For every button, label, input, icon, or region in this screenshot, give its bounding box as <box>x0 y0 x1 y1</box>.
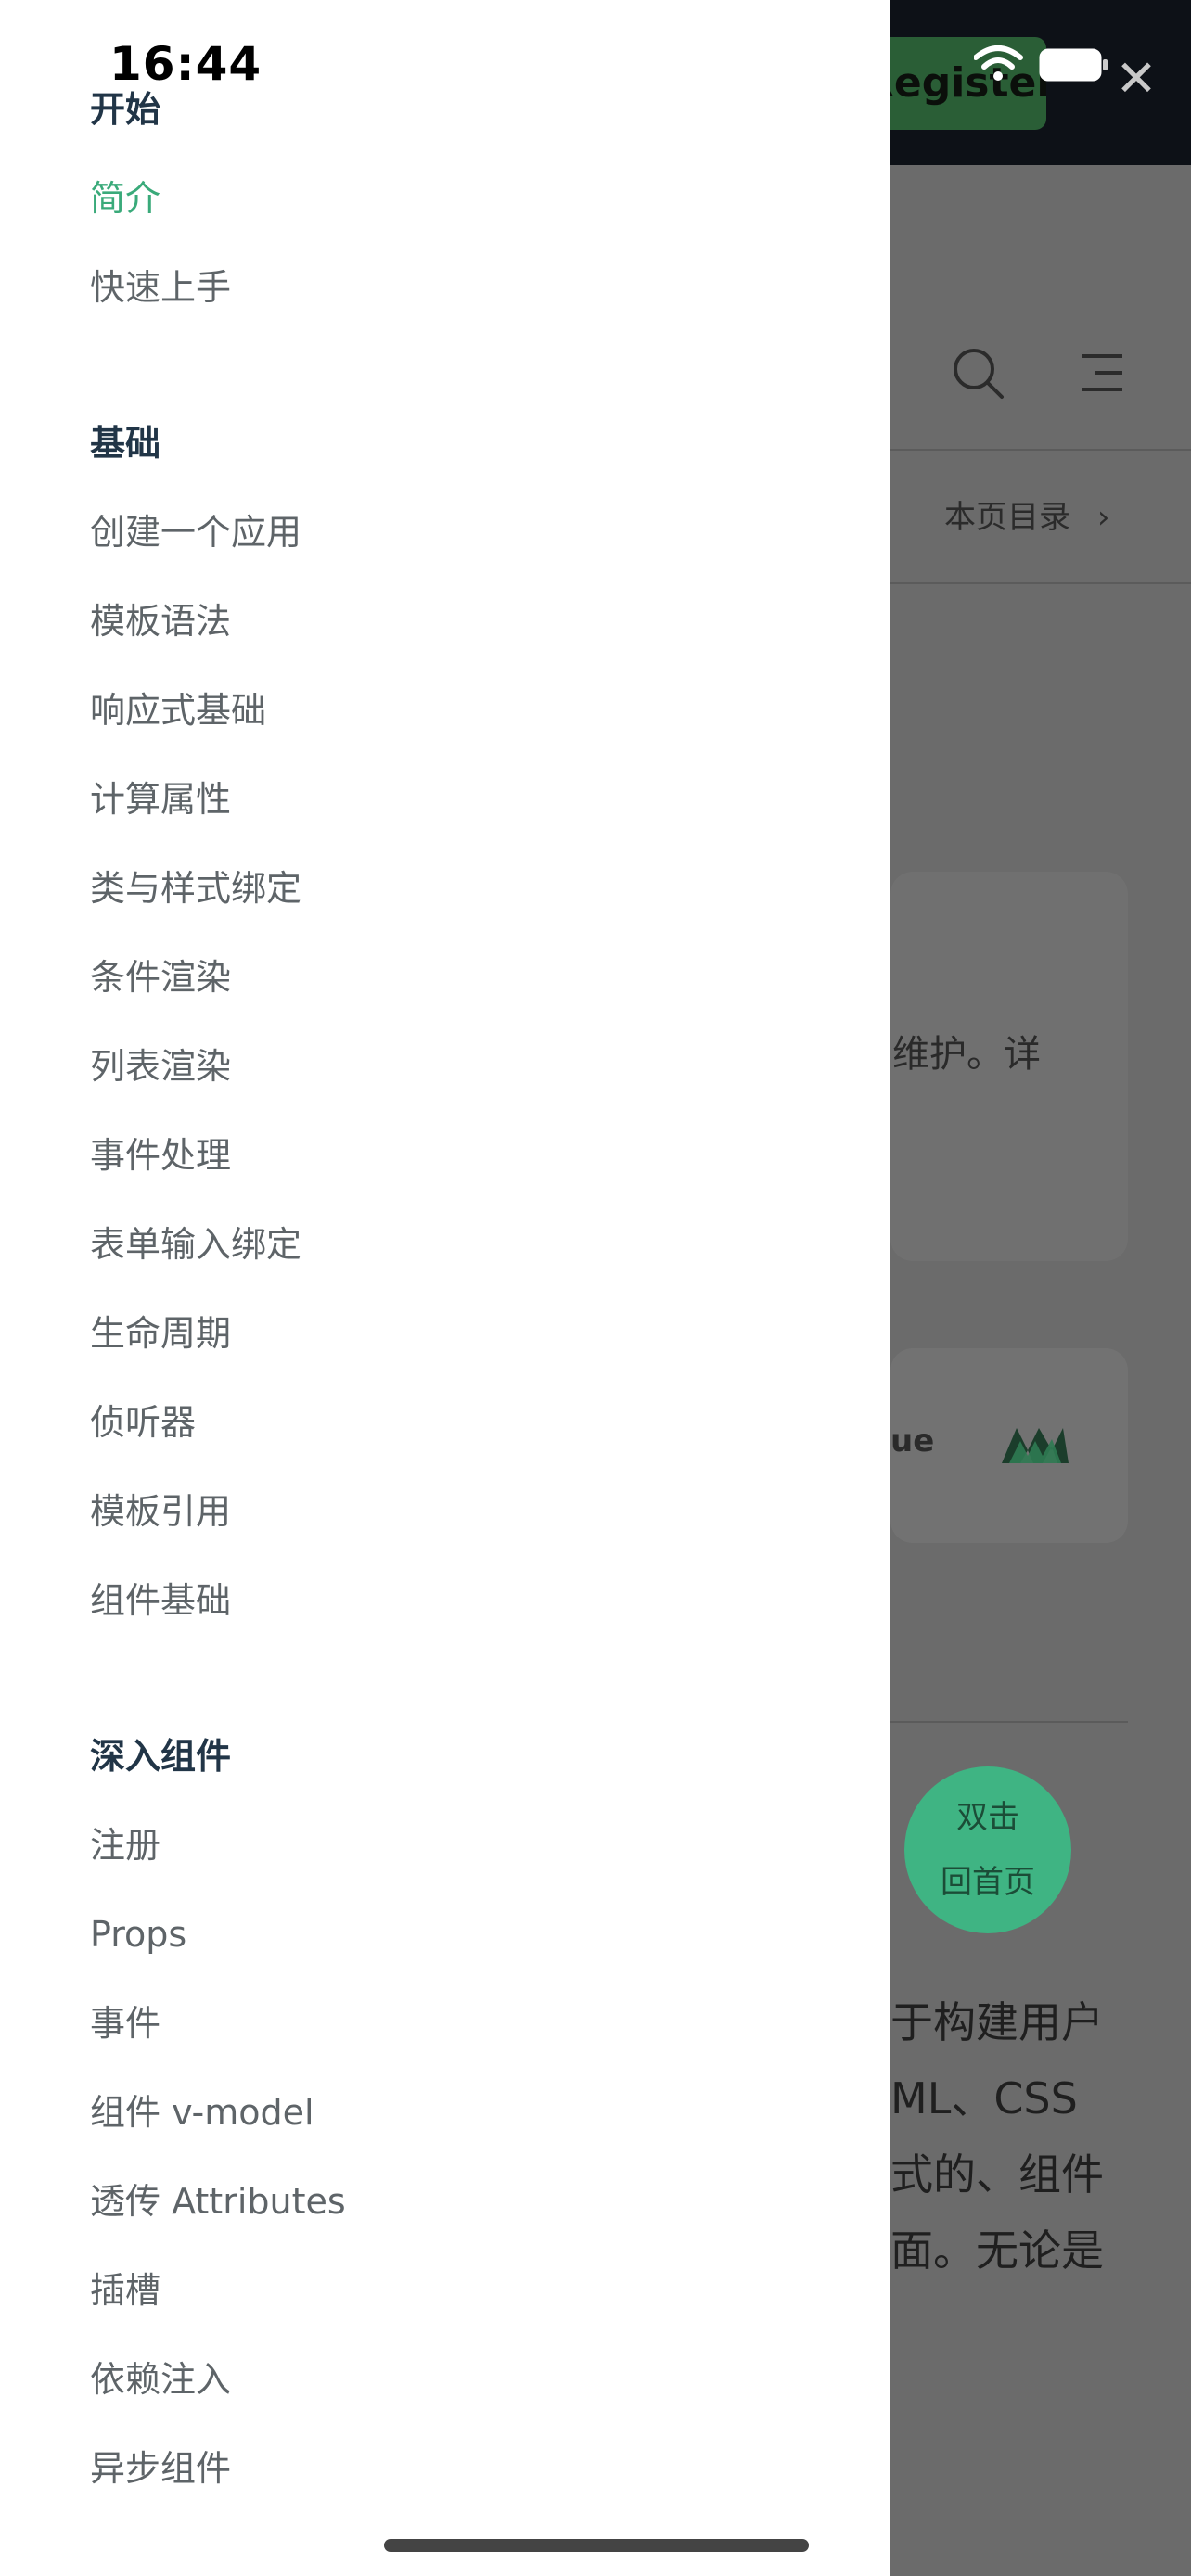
sidebar-item-component-events[interactable]: 事件 <box>90 1997 832 2086</box>
wifi-icon <box>974 45 1023 81</box>
sidebar-item-lifecycle[interactable]: 生命周期 <box>90 1307 832 1396</box>
sidebar-item-template-syntax[interactable]: 模板语法 <box>90 595 832 684</box>
sidebar-item-watchers[interactable]: 侦听器 <box>90 1396 832 1486</box>
group-title-essentials: 基础 <box>90 423 161 464</box>
sidebar-item-attributes[interactable]: 透传 Attributes <box>90 2175 832 2264</box>
status-icons <box>974 45 1108 82</box>
sidebar-nav: 开始 简介 快速上手 基础 创建一个应用 模板语法 响应式基础 计算属性 类与样… <box>90 83 832 2531</box>
sidebar-item-props[interactable]: Props <box>90 1908 832 1997</box>
battery-icon <box>1039 48 1108 82</box>
text-line: ML、CSS <box>890 2073 1078 2123</box>
divider <box>890 1721 1128 1723</box>
fab-line2: 回首页 <box>941 1864 1035 1901</box>
group-title-start: 开始 <box>90 89 161 130</box>
fab-line1: 双击 <box>956 1799 1019 1836</box>
sidebar-drawer: 16:44 开始 简介 快速上手 基础 创建一个应用 模板语法 响应式基础 计算… <box>0 0 890 2576</box>
sponsor-text: ue <box>890 1422 935 1460</box>
sidebar-item-list[interactable]: 列表渲染 <box>90 1040 832 1129</box>
sidebar-item-introduction[interactable]: 简介 <box>90 172 832 261</box>
sponsor-logo-icon <box>1002 1428 1069 1463</box>
close-icon[interactable]: ✕ <box>1113 54 1159 104</box>
text-line: 式的、组件 <box>890 2149 1104 2200</box>
search-icon[interactable] <box>950 345 1005 401</box>
sidebar-item-template-refs[interactable]: 模板引用 <box>90 1486 832 1575</box>
sidebar-item-reactivity[interactable]: 响应式基础 <box>90 684 832 773</box>
sidebar-item-component-basics[interactable]: 组件基础 <box>90 1575 832 1664</box>
back-to-home-button[interactable]: 双击 回首页 <box>904 1766 1071 1933</box>
group-title-components-in-depth: 深入组件 <box>90 1736 232 1777</box>
chevron-right-icon: › <box>1096 499 1110 536</box>
intro-text: 于构建用户 ML、CSS 式的、组件 面。无论是 <box>890 1984 1104 2289</box>
home-indicator <box>384 2539 809 2552</box>
sidebar-item-create-app[interactable]: 创建一个应用 <box>90 506 832 595</box>
sidebar-item-computed[interactable]: 计算属性 <box>90 773 832 862</box>
sidebar-item-slots[interactable]: 插槽 <box>90 2264 832 2353</box>
toc-toggle[interactable]: 本页目录 › <box>944 491 1109 537</box>
card-text: 维护。详 <box>892 1033 1041 1076</box>
text-line: 于构建用户 <box>890 1997 1104 2047</box>
text-line: 面。无论是 <box>890 2225 1104 2276</box>
toc-label: 本页目录 <box>944 499 1070 536</box>
sidebar-item-class-style[interactable]: 类与样式绑定 <box>90 862 832 951</box>
sidebar-item-forms[interactable]: 表单输入绑定 <box>90 1218 832 1307</box>
sidebar-item-events[interactable]: 事件处理 <box>90 1129 832 1218</box>
sidebar-item-provide-inject[interactable]: 依赖注入 <box>90 2353 832 2442</box>
sidebar-item-async[interactable]: 异步组件 <box>90 2442 832 2531</box>
sidebar-item-quick-start[interactable]: 快速上手 <box>90 261 832 351</box>
sidebar-item-v-model[interactable]: 组件 v-model <box>90 2086 832 2175</box>
sidebar-item-conditional[interactable]: 条件渲染 <box>90 951 832 1040</box>
menu-icon[interactable] <box>1076 347 1128 399</box>
sidebar-item-registration[interactable]: 注册 <box>90 1819 832 1908</box>
